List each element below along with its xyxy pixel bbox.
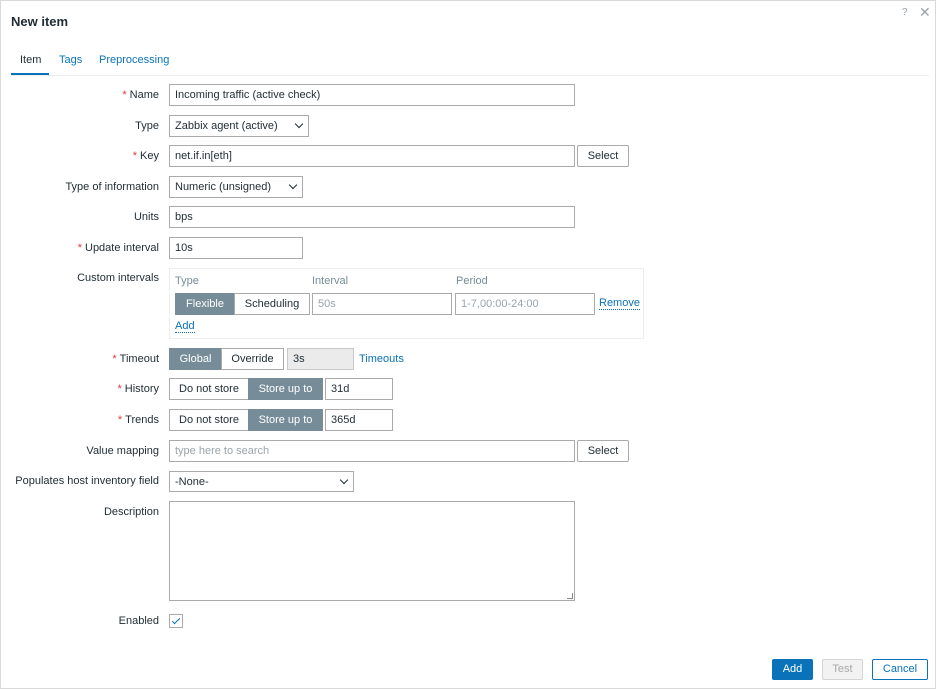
add-interval-link[interactable]: Add [175,320,195,333]
new-item-dialog: New item ? ✕ Item Tags Preprocessing * Na… [0,0,936,689]
timeout-global-toggle[interactable]: Global [169,348,222,370]
timeout-label: * Timeout [112,353,159,365]
key-select-button[interactable]: Select [577,145,629,167]
type-select[interactable]: Zabbix agent (active) [169,115,309,137]
trends-store-up-to-toggle[interactable]: Store up to [248,409,323,431]
history-input[interactable]: 31d [325,378,393,400]
description-label: Description [103,506,159,518]
timeout-input: 3s [287,348,354,370]
type-of-information-value: Numeric (unsigned) [175,181,271,193]
tab-item[interactable]: Item [20,54,41,66]
custom-intervals-type-header: Type [175,275,199,287]
tab-preprocessing[interactable]: Preprocessing [99,54,169,66]
add-button[interactable]: Add [772,659,813,680]
update-interval-label: * Update interval [77,242,159,254]
history-do-not-store-toggle[interactable]: Do not store [169,378,249,400]
chevron-down-icon [339,475,349,485]
inventory-field-label: Populates host inventory field [15,475,159,487]
inventory-field-select[interactable]: -None- [169,471,354,492]
value-mapping-label: Value mapping [86,445,159,457]
required-marker: * [122,89,127,101]
resize-handle-icon[interactable] [567,593,573,599]
timeout-override-toggle[interactable]: Override [221,348,284,370]
chevron-down-icon [288,180,298,190]
value-mapping-input[interactable]: type here to search [169,440,575,462]
custom-intervals-table: Type Interval Period Flexible Scheduling… [169,268,644,339]
close-icon[interactable]: ✕ [919,4,931,20]
chevron-down-icon [294,119,304,129]
key-label: * Key [132,150,159,162]
custom-intervals-label: Custom intervals [77,272,159,284]
custom-intervals-interval-header: Interval [312,275,349,287]
units-input[interactable]: bps [169,206,575,228]
tab-bar: Item Tags Preprocessing [11,49,929,76]
type-of-information-select[interactable]: Numeric (unsigned) [169,176,303,198]
type-of-information-label: Type of information [65,181,159,193]
dialog-title: New item [11,14,69,29]
units-label: Units [133,211,159,223]
enabled-checkbox[interactable] [169,614,183,628]
test-button: Test [822,659,863,680]
key-input[interactable]: net.if.in[eth] [169,145,575,167]
timeouts-link[interactable]: Timeouts [359,353,404,365]
scheduling-toggle[interactable]: Scheduling [234,293,310,315]
required-marker: * [77,242,82,254]
remove-interval-link[interactable]: Remove [599,297,640,310]
value-mapping-select-button[interactable]: Select [577,440,629,462]
type-label: Type [135,120,159,132]
trends-input[interactable]: 365d [325,409,393,431]
required-marker: * [112,353,117,365]
enabled-label: Enabled [118,615,159,627]
type-select-value: Zabbix agent (active) [175,120,278,132]
active-tab-indicator [11,73,49,75]
trends-do-not-store-toggle[interactable]: Do not store [169,409,249,431]
required-marker: * [117,414,123,426]
flexible-toggle[interactable]: Flexible [175,293,235,315]
history-store-up-to-toggle[interactable]: Store up to [248,378,323,400]
required-marker: * [132,150,138,162]
update-interval-input[interactable]: 10s [169,237,303,259]
name-label: * Name [122,89,159,101]
history-label: * History [117,383,159,395]
interval-input[interactable]: 50s [312,293,452,315]
trends-label: * Trends [117,414,159,426]
cancel-button[interactable]: Cancel [872,659,928,680]
tab-tags[interactable]: Tags [59,54,82,66]
description-textarea[interactable] [169,501,575,601]
required-marker: * [117,383,122,395]
period-input[interactable]: 1-7,00:00-24:00 [455,293,595,315]
custom-intervals-period-header: Period [456,275,488,287]
help-icon[interactable]: ? [902,7,908,18]
name-input[interactable]: Incoming traffic (active check) [169,84,575,106]
inventory-field-value: -None- [175,476,209,488]
checkmark-icon [171,615,181,625]
